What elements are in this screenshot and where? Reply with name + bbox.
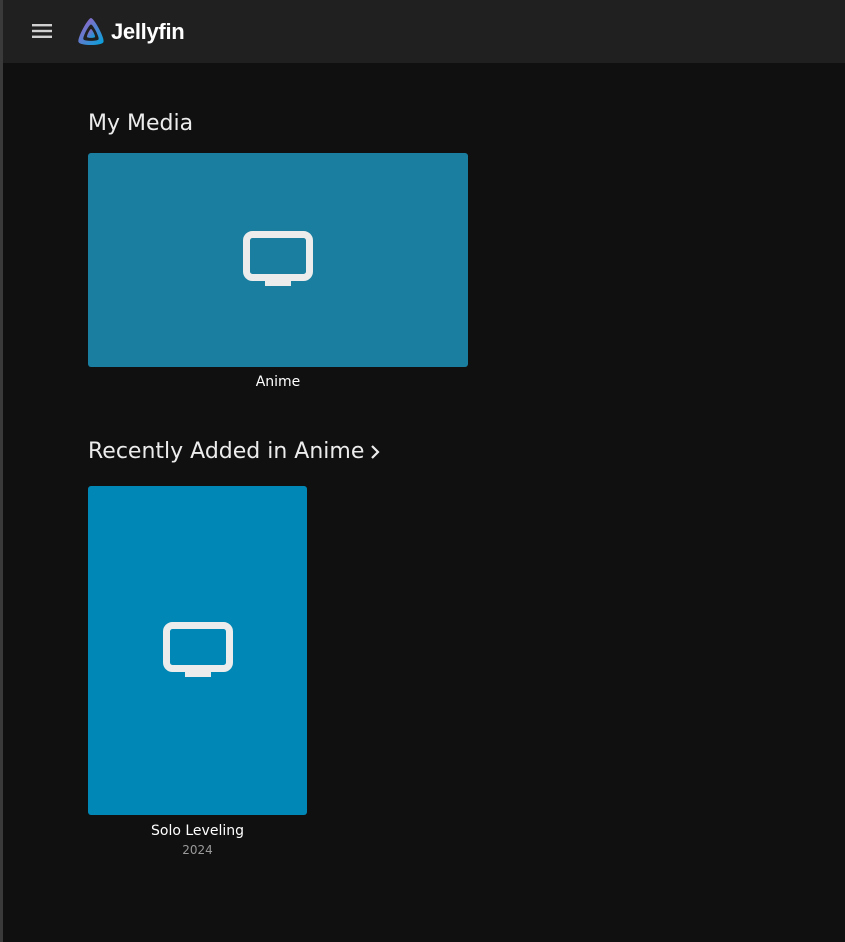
series-title[interactable]: Solo Leveling	[88, 823, 307, 839]
recently-added-heading-link[interactable]: Recently Added in Anime	[88, 439, 380, 464]
my-media-heading: My Media	[88, 111, 194, 136]
hamburger-menu-icon	[32, 24, 52, 38]
tv-icon	[243, 231, 313, 286]
recently-added-heading: Recently Added in Anime	[88, 439, 365, 464]
app-header: Jellyfin	[3, 0, 845, 63]
jellyfin-logo-icon	[78, 18, 104, 45]
series-year: 2024	[182, 843, 213, 857]
tv-icon	[162, 621, 233, 677]
brand-name: Jellyfin	[111, 19, 185, 44]
home-content: My Media Anime Recently Added in Anime S…	[3, 63, 845, 942]
menu-button[interactable]	[29, 20, 55, 42]
library-card-anime[interactable]	[88, 153, 468, 367]
series-card-solo-leveling[interactable]	[88, 486, 307, 815]
chevron-right-icon	[371, 444, 380, 459]
library-card-label[interactable]: Anime	[88, 374, 468, 390]
brand-home-link[interactable]: Jellyfin	[75, 14, 185, 50]
